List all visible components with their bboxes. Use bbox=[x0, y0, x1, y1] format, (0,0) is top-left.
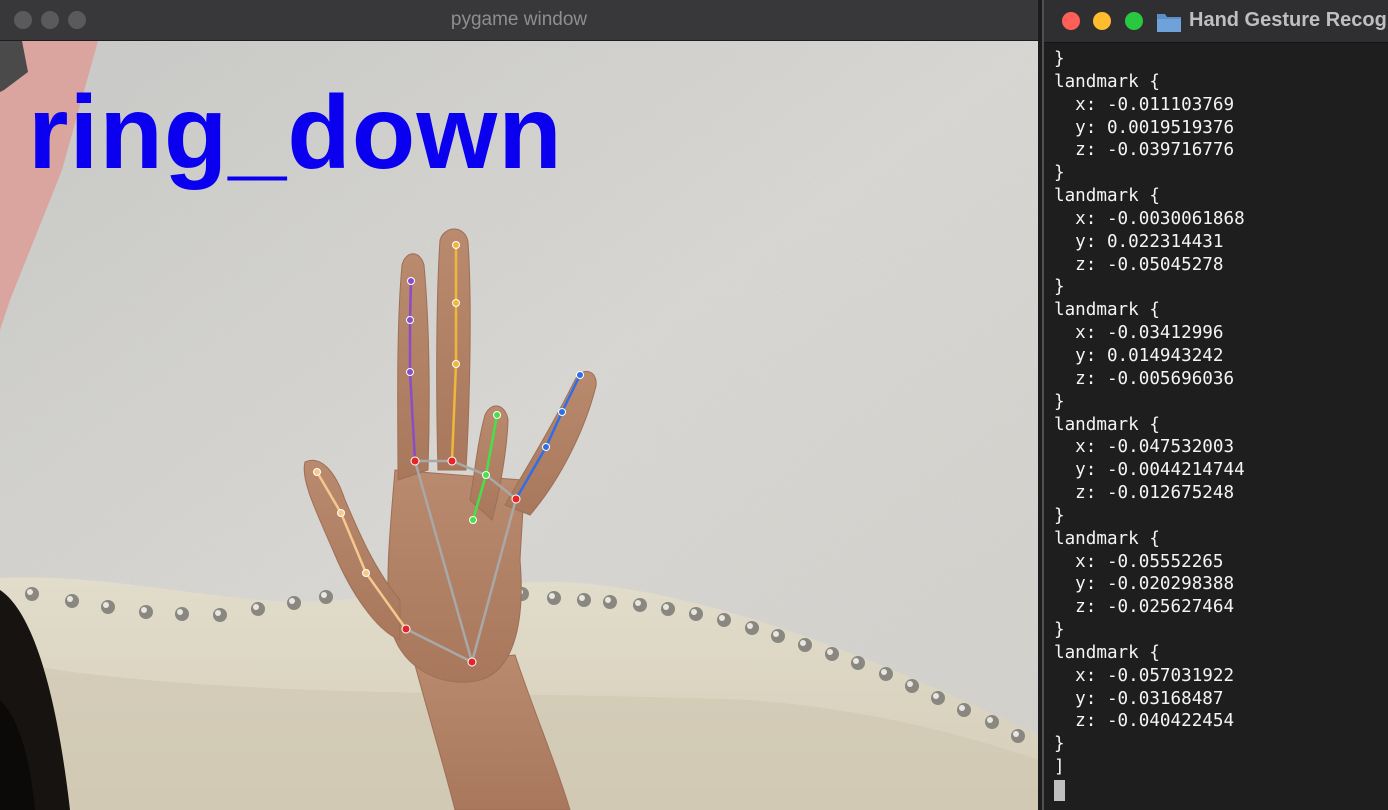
terminal-line: } bbox=[1054, 163, 1065, 184]
sofa-stud bbox=[771, 629, 785, 643]
sofa-stud bbox=[957, 703, 971, 717]
sofa-stud bbox=[745, 621, 759, 635]
sofa-stud bbox=[851, 656, 865, 670]
folder-icon bbox=[1157, 14, 1181, 32]
sofa-stud bbox=[25, 587, 39, 601]
terminal-line: z: -0.025627464 bbox=[1054, 597, 1235, 618]
terminal-line: x: -0.011103769 bbox=[1054, 94, 1235, 115]
terminal-line: } bbox=[1054, 505, 1065, 526]
landmark-point bbox=[469, 516, 477, 524]
landmark-point bbox=[576, 371, 584, 379]
sofa-stud bbox=[633, 598, 647, 612]
terminal-line: z: -0.039716776 bbox=[1054, 140, 1235, 161]
landmark-point bbox=[452, 299, 460, 307]
landmark-point bbox=[313, 468, 321, 476]
sofa-stud bbox=[717, 613, 731, 627]
terminal-line: y: 0.0019519376 bbox=[1054, 117, 1235, 138]
sofa-stud bbox=[931, 691, 945, 705]
landmark-point bbox=[406, 316, 414, 324]
terminal-line: z: -0.005696036 bbox=[1054, 368, 1235, 389]
terminal-line: y: -0.0044214744 bbox=[1054, 460, 1245, 481]
sofa-stud bbox=[287, 596, 301, 610]
sofa-stud bbox=[319, 590, 333, 604]
terminal-line: } bbox=[1054, 391, 1065, 412]
sofa-stud bbox=[547, 591, 561, 605]
pygame-titlebar: pygame window bbox=[0, 0, 1038, 41]
gesture-label: ring_down bbox=[28, 75, 563, 191]
terminal-line: landmark { bbox=[1054, 300, 1160, 321]
zoom-button[interactable] bbox=[1125, 12, 1143, 30]
terminal-line: y: 0.022314431 bbox=[1054, 231, 1224, 252]
terminal-line: z: -0.05045278 bbox=[1054, 254, 1224, 275]
terminal-line: } bbox=[1054, 620, 1065, 641]
landmark-point bbox=[362, 569, 370, 577]
terminal-line: x: -0.05552265 bbox=[1054, 551, 1224, 572]
sofa-stud bbox=[175, 607, 189, 621]
landmark-point bbox=[452, 360, 460, 368]
sofa-stud bbox=[661, 602, 675, 616]
landmark-point bbox=[542, 443, 550, 451]
prompt-line bbox=[1054, 779, 1388, 802]
sofa-stud bbox=[1011, 729, 1025, 743]
window-title: Hand Gesture Recog bbox=[1189, 9, 1387, 31]
camera-feed: ring_down bbox=[0, 41, 1038, 810]
sofa-stud bbox=[65, 594, 79, 608]
landmark-joint bbox=[447, 456, 457, 466]
landmark-point bbox=[407, 277, 415, 285]
close-button[interactable] bbox=[1062, 12, 1080, 30]
terminal-line: z: -0.040422454 bbox=[1054, 711, 1235, 732]
sofa-stud bbox=[798, 638, 812, 652]
terminal-line: landmark { bbox=[1054, 71, 1160, 92]
landmark-joint bbox=[511, 494, 521, 504]
terminal-line: landmark { bbox=[1054, 186, 1160, 207]
terminal-line: landmark { bbox=[1054, 528, 1160, 549]
terminal-line: x: -0.03412996 bbox=[1054, 323, 1224, 344]
terminal-line: x: -0.047532003 bbox=[1054, 437, 1235, 458]
terminal-line: y: 0.014943242 bbox=[1054, 345, 1224, 366]
terminal-line: landmark { bbox=[1054, 642, 1160, 663]
sofa-stud bbox=[905, 679, 919, 693]
terminal-cursor bbox=[1054, 779, 1065, 801]
terminal-lines: } landmark { x: -0.011103769 y: 0.0019519… bbox=[1054, 48, 1388, 779]
terminal-line: x: -0.057031922 bbox=[1054, 665, 1235, 686]
sofa-stud bbox=[251, 602, 265, 616]
terminal-line: y: -0.020298388 bbox=[1054, 574, 1235, 595]
pygame-window: pygame window ring_down bbox=[0, 0, 1038, 810]
landmark-point bbox=[452, 241, 460, 249]
terminal-line: } bbox=[1054, 277, 1065, 298]
terminal-line: z: -0.012675248 bbox=[1054, 483, 1235, 504]
landmark-point bbox=[337, 509, 345, 517]
palm bbox=[387, 469, 524, 683]
window-title: pygame window bbox=[450, 9, 588, 30]
landmark-point bbox=[493, 411, 501, 419]
landmark-joint bbox=[467, 657, 477, 667]
landmark-point bbox=[558, 408, 566, 416]
sofa-stud bbox=[577, 593, 591, 607]
terminal-line: x: -0.0030061868 bbox=[1054, 208, 1245, 229]
sofa-stud bbox=[139, 605, 153, 619]
terminal-window: Hand Gesture Recog } landmark { x: -0.011… bbox=[1042, 0, 1388, 810]
sofa-stud bbox=[101, 600, 115, 614]
terminal-titlebar: Hand Gesture Recog bbox=[1044, 0, 1388, 43]
sofa-stud bbox=[985, 715, 999, 729]
landmark-joint bbox=[410, 456, 420, 466]
terminal-output[interactable]: } landmark { x: -0.011103769 y: 0.0019519… bbox=[1054, 48, 1388, 810]
terminal-line: landmark { bbox=[1054, 414, 1160, 435]
landmark-joint bbox=[401, 624, 411, 634]
sofa-stud bbox=[603, 595, 617, 609]
sofa-stud bbox=[213, 608, 227, 622]
terminal-line: } bbox=[1054, 734, 1065, 755]
terminal-line: } bbox=[1054, 49, 1065, 69]
landmark-point bbox=[482, 471, 490, 479]
sofa-stud bbox=[825, 647, 839, 661]
sofa-stud bbox=[689, 607, 703, 621]
minimize-button[interactable] bbox=[1093, 12, 1111, 30]
landmark-point bbox=[406, 368, 414, 376]
sofa-stud bbox=[879, 667, 893, 681]
terminal-line: ] bbox=[1054, 757, 1065, 778]
terminal-line: y: -0.03168487 bbox=[1054, 688, 1224, 709]
